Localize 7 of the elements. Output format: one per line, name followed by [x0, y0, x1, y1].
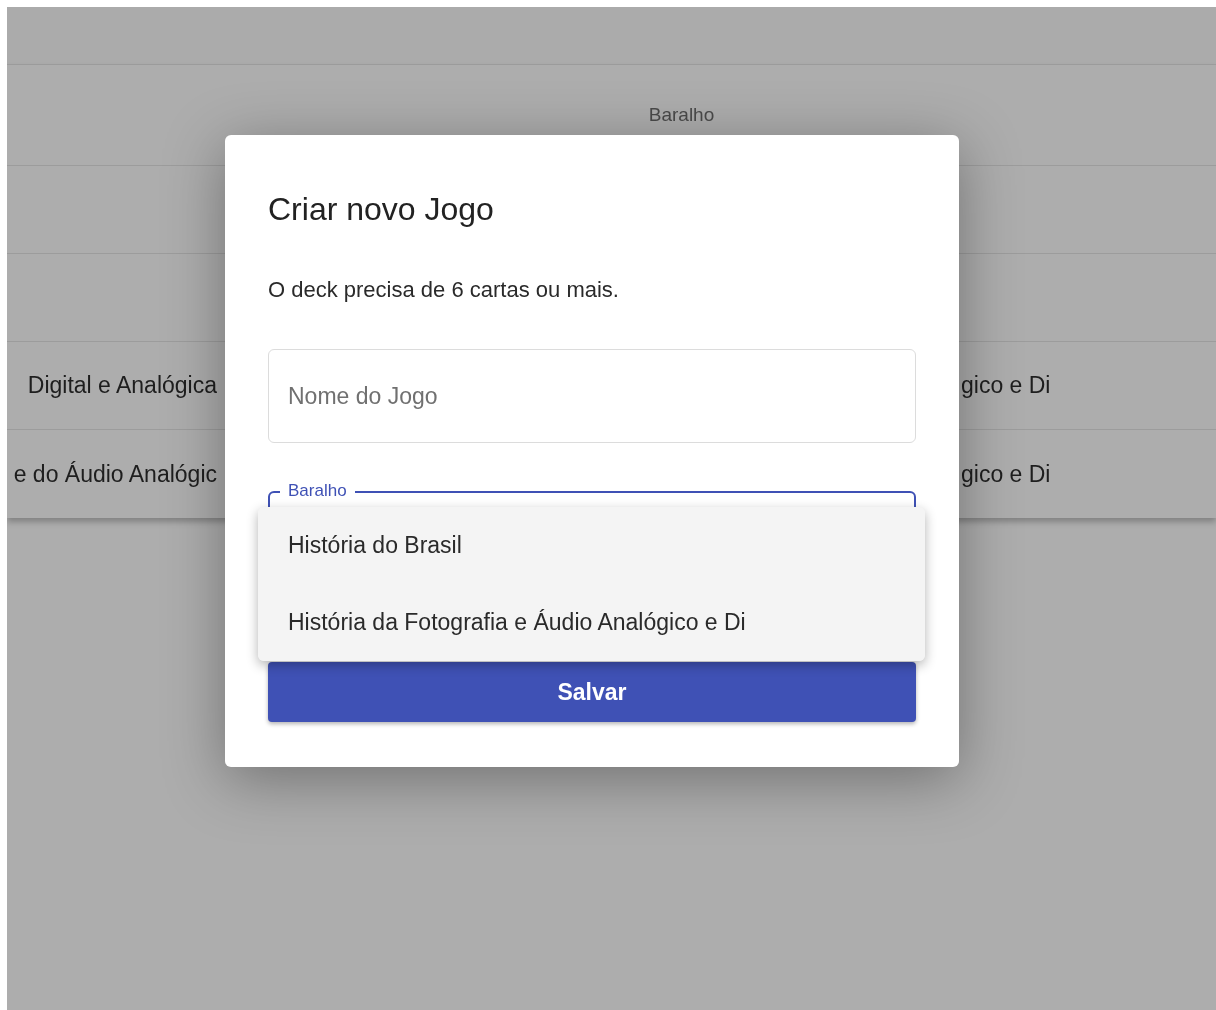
column-header: Baralho: [647, 102, 715, 127]
table-cell-text: e do Áudio Analógic: [13, 459, 217, 489]
dialog-title: Criar novo Jogo: [268, 191, 494, 227]
table-cell: gico e Di: [961, 372, 1051, 399]
table-cell: gico e Di: [961, 460, 1051, 487]
table-cell-text: Digital e Analógica: [27, 371, 217, 401]
dialog-message: O deck precisa de 6 cartas ou mais.: [268, 276, 619, 304]
